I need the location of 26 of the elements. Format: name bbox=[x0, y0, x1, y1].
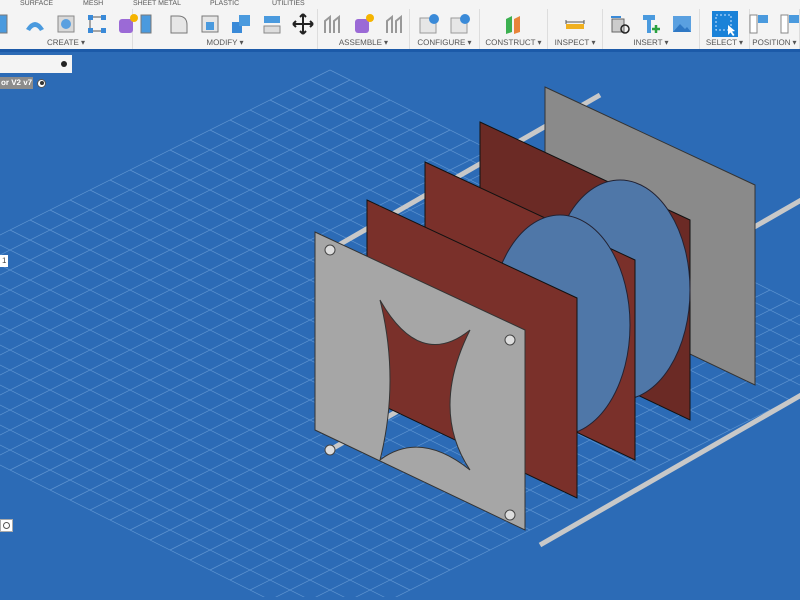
group-label[interactable]: MODIFY ▾ bbox=[206, 38, 244, 48]
cube-star-icon[interactable] bbox=[352, 12, 374, 34]
combine-icon[interactable] bbox=[230, 12, 252, 34]
sketch-icon[interactable] bbox=[86, 12, 108, 34]
table-icon[interactable] bbox=[449, 12, 471, 34]
group-label[interactable]: SELECT ▾ bbox=[706, 38, 744, 48]
select-icon[interactable] bbox=[712, 10, 738, 36]
move-icon[interactable] bbox=[292, 12, 314, 34]
group-label[interactable]: CONFIGURE ▾ bbox=[417, 38, 472, 48]
position-icon[interactable] bbox=[779, 12, 800, 34]
fillet-icon[interactable] bbox=[168, 12, 190, 34]
bolt-plus-icon[interactable] bbox=[640, 12, 662, 34]
radio-icon[interactable] bbox=[37, 78, 46, 88]
group-label[interactable]: POSITION ▾ bbox=[752, 38, 797, 48]
table-icon[interactable] bbox=[418, 12, 440, 34]
group-label[interactable]: CONSTRUCT ▾ bbox=[485, 38, 542, 48]
group-label[interactable]: INSERT ▾ bbox=[633, 38, 669, 48]
side-control[interactable] bbox=[0, 519, 13, 532]
group-label[interactable]: ASSEMBLE ▾ bbox=[338, 38, 388, 48]
group-label[interactable]: INSPECT ▾ bbox=[554, 38, 596, 48]
side-label[interactable]: 1 bbox=[0, 255, 8, 267]
box-icon[interactable] bbox=[55, 12, 77, 34]
position-icon[interactable] bbox=[748, 12, 770, 34]
group-label[interactable]: CREATE ▾ bbox=[46, 38, 86, 48]
cube-star-icon[interactable] bbox=[117, 12, 139, 34]
shell-icon[interactable] bbox=[198, 12, 220, 34]
